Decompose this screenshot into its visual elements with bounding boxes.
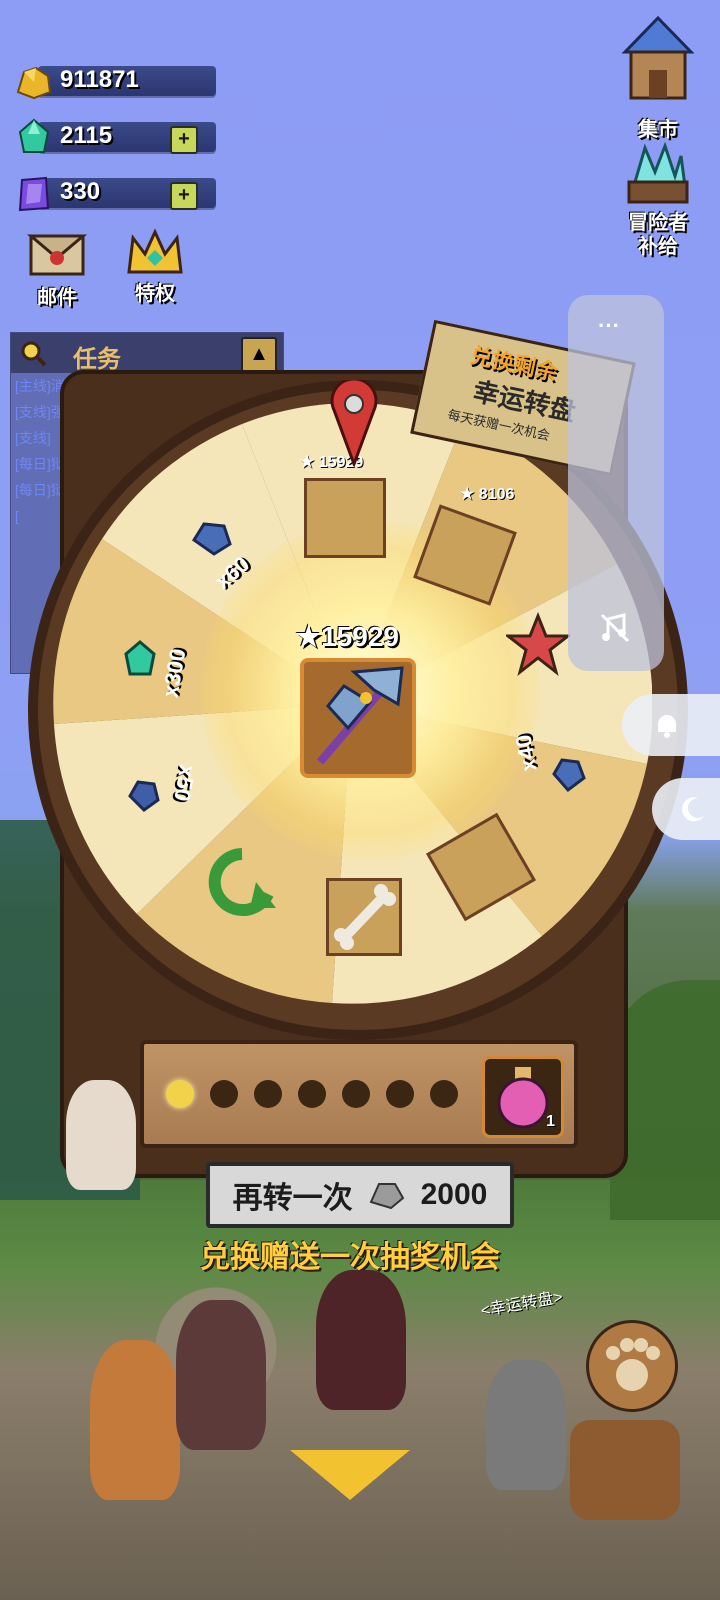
spin-again-button[interactable]: 再转一次 2000 [206, 1162, 514, 1228]
gold-ore-icon [16, 66, 52, 100]
quest-title: 任务 [73, 346, 121, 373]
supply-label: 冒险者 补给 [628, 212, 688, 258]
spin-cost: 2000 [420, 1178, 488, 1211]
axe-icon [316, 666, 404, 765]
green-gem-icon [124, 640, 156, 676]
market-label: 集市 [638, 119, 678, 141]
quest-header: 任务 ▲ [11, 333, 283, 373]
progress-dot [166, 1080, 194, 1108]
wheel-pointer-icon [330, 380, 378, 466]
bone-reward [326, 878, 402, 956]
blue-ore-icon [552, 758, 586, 793]
bone-icon [334, 884, 396, 950]
potion-reward[interactable]: 1 [482, 1056, 564, 1138]
spin-progress-bar: 1 [140, 1040, 578, 1148]
center-score: ★15929 [296, 621, 399, 652]
crystal-value: 330 [60, 178, 101, 205]
hero-character[interactable] [316, 1270, 406, 1410]
refresh-arrow-icon [208, 848, 276, 916]
progress-dot [386, 1080, 414, 1108]
more-dots-icon[interactable]: ··· [598, 313, 620, 339]
blue-ore-icon [128, 780, 160, 812]
floating-tool-panel[interactable]: ··· [568, 295, 664, 671]
moon-icon [682, 797, 704, 822]
mail-button[interactable]: 邮件 [22, 230, 92, 310]
crown-icon [127, 228, 183, 274]
gem-currency: 2115 + [14, 118, 216, 154]
progress-dot [342, 1080, 370, 1108]
red-star-icon [506, 612, 570, 676]
paw-icon [606, 1338, 660, 1391]
potion-count: 1 [546, 1113, 555, 1130]
armor-score: ★ 8106 [460, 486, 515, 503]
add-gems-button[interactable]: + [170, 126, 198, 154]
hero-character[interactable] [486, 1360, 566, 1490]
progress-dot [430, 1080, 458, 1108]
mail-label: 邮件 [37, 287, 77, 309]
search-icon [21, 341, 47, 367]
add-crystals-button[interactable]: + [170, 182, 198, 210]
privilege-button[interactable]: 特权 [120, 226, 190, 306]
progress-dot [210, 1080, 238, 1108]
blue-ore-icon [191, 522, 232, 556]
silver-ore-icon [369, 1183, 404, 1210]
armor-score-value: 8106 [478, 486, 515, 503]
bell-toggle[interactable] [622, 694, 720, 756]
supply-button[interactable]: 冒险者 补给 [610, 141, 706, 259]
top-axe-reward [304, 478, 386, 558]
gem-value: 2115 [60, 122, 113, 149]
purple-crystal-icon [18, 176, 50, 212]
crystal-chest-icon [627, 141, 689, 204]
market-house-icon [621, 15, 695, 100]
bell-icon [658, 715, 676, 738]
center-prize [300, 658, 416, 778]
music-off-icon[interactable] [598, 611, 632, 645]
green-gem-icon [18, 118, 50, 153]
spin-again-label: 再转一次 [232, 1182, 353, 1215]
backpack-icon[interactable] [570, 1420, 680, 1520]
hero-character[interactable] [90, 1340, 180, 1500]
progress-dot [298, 1080, 326, 1108]
dark-mode-toggle[interactable] [652, 778, 720, 840]
paw-button[interactable] [586, 1320, 678, 1412]
hero-character[interactable] [176, 1300, 266, 1450]
cat-character [66, 1080, 136, 1190]
crystal-currency: 330 + [14, 174, 216, 212]
market-button[interactable]: 集市 [610, 12, 706, 142]
privilege-label: 特权 [135, 283, 175, 305]
center-score-value: 15929 [321, 621, 399, 652]
gold-currency: 911871 [14, 62, 216, 100]
progress-dot [254, 1080, 282, 1108]
down-arrow-icon[interactable] [290, 1450, 410, 1500]
gold-value: 911871 [60, 66, 139, 93]
collapse-arrow-icon[interactable]: ▲ [241, 337, 277, 373]
envelope-icon [26, 234, 88, 276]
